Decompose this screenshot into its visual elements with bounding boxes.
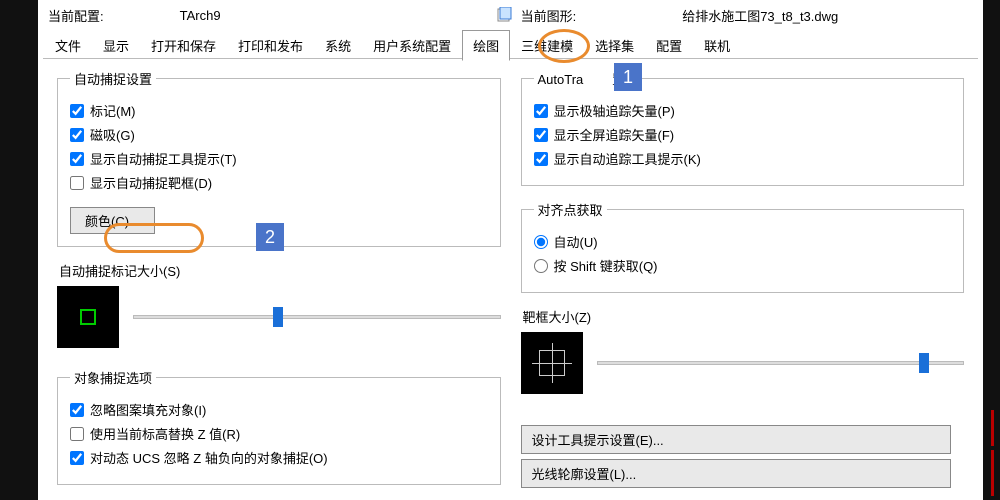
- tab-5[interactable]: 用户系统配置: [362, 30, 462, 61]
- autosnap-group: 自动捕捉设置 标记(M) 磁吸(G) 显示自动捕捉工具提示(T) 显示自动捕捉靶…: [57, 69, 501, 247]
- topbar: 当前配置: TArch9 当前图形: 给排水施工图73_t8_t3.dwg: [38, 0, 983, 30]
- tab-2[interactable]: 打开和保存: [140, 30, 227, 61]
- aperture-size-control: [521, 332, 965, 394]
- radio-auto[interactable]: 自动(U): [534, 232, 952, 251]
- chk-polar-vector[interactable]: 显示极轴追踪矢量(P): [534, 101, 952, 120]
- marker-size-control: [57, 286, 501, 348]
- tab-3[interactable]: 打印和发布: [227, 30, 314, 61]
- tab-0[interactable]: 文件: [44, 30, 92, 61]
- chk-autotrack-tooltip[interactable]: 显示自动追踪工具提示(K): [534, 149, 952, 168]
- tab-4[interactable]: 系统: [314, 30, 362, 61]
- osnap-options-legend: 对象捕捉选项: [70, 368, 156, 387]
- chk-autosnap-tooltip[interactable]: 显示自动捕捉工具提示(T): [70, 149, 488, 168]
- chk-magnet[interactable]: 磁吸(G): [70, 125, 488, 144]
- chk-ignore-hatch[interactable]: 忽略图案填充对象(I): [70, 400, 488, 419]
- callout-number-2: 2: [256, 223, 284, 251]
- chk-dynamic-ucs[interactable]: 对动态 UCS 忽略 Z 轴负向的对象捕捉(O): [70, 448, 488, 467]
- osnap-options-group: 对象捕捉选项 忽略图案填充对象(I) 使用当前标高替换 Z 值(R) 对动态 U…: [57, 368, 501, 485]
- tab-1[interactable]: 显示: [92, 30, 140, 61]
- alignment-legend: 对齐点获取: [534, 200, 607, 219]
- config-value: TArch9: [180, 8, 221, 23]
- drawing-icon: [497, 7, 513, 23]
- design-tooltip-button[interactable]: 设计工具提示设置(E)...: [521, 425, 951, 454]
- chk-replace-z[interactable]: 使用当前标高替换 Z 值(R): [70, 424, 488, 443]
- options-dialog: 当前配置: TArch9 当前图形: 给排水施工图73_t8_t3.dwg 文件…: [38, 0, 983, 500]
- tab-7[interactable]: 三维建模: [510, 30, 584, 61]
- chk-fullscreen-vector[interactable]: 显示全屏追踪矢量(F): [534, 125, 952, 144]
- aperture-size-slider[interactable]: [597, 361, 965, 365]
- tab-6[interactable]: 绘图: [462, 30, 510, 61]
- drafting-panel: 自动捕捉设置 标记(M) 磁吸(G) 显示自动捕捉工具提示(T) 显示自动捕捉靶…: [43, 58, 978, 500]
- tab-9[interactable]: 配置: [645, 30, 693, 61]
- drawing-value: 给排水施工图73_t8_t3.dwg: [682, 6, 838, 25]
- chk-autosnap-aperture[interactable]: 显示自动捕捉靶框(D): [70, 173, 488, 192]
- marker-size-label: 自动捕捉标记大小(S): [59, 261, 501, 280]
- radio-shift[interactable]: 按 Shift 键获取(Q): [534, 256, 952, 275]
- tab-8[interactable]: 选择集: [584, 30, 645, 61]
- callout-number-1: 1: [614, 63, 642, 91]
- config-label: 当前配置:: [48, 6, 104, 25]
- marker-preview: [57, 286, 119, 348]
- autosnap-legend: 自动捕捉设置: [70, 69, 156, 88]
- marker-size-slider[interactable]: [133, 315, 501, 319]
- drawing-label: 当前图形:: [521, 6, 577, 25]
- chk-marker[interactable]: 标记(M): [70, 101, 488, 120]
- tab-10[interactable]: 联机: [693, 30, 741, 61]
- aperture-size-label: 靶框大小(Z): [523, 307, 965, 326]
- autotrack-group: AutoTra 置 显示极轴追踪矢量(P) 显示全屏追踪矢量(F) 显示自动追踪…: [521, 69, 965, 186]
- colors-button[interactable]: 颜色(C)...: [70, 207, 155, 234]
- light-glyph-button[interactable]: 光线轮廓设置(L)...: [521, 459, 951, 488]
- aperture-preview: [521, 332, 583, 394]
- alignment-group: 对齐点获取 自动(U) 按 Shift 键获取(Q): [521, 200, 965, 293]
